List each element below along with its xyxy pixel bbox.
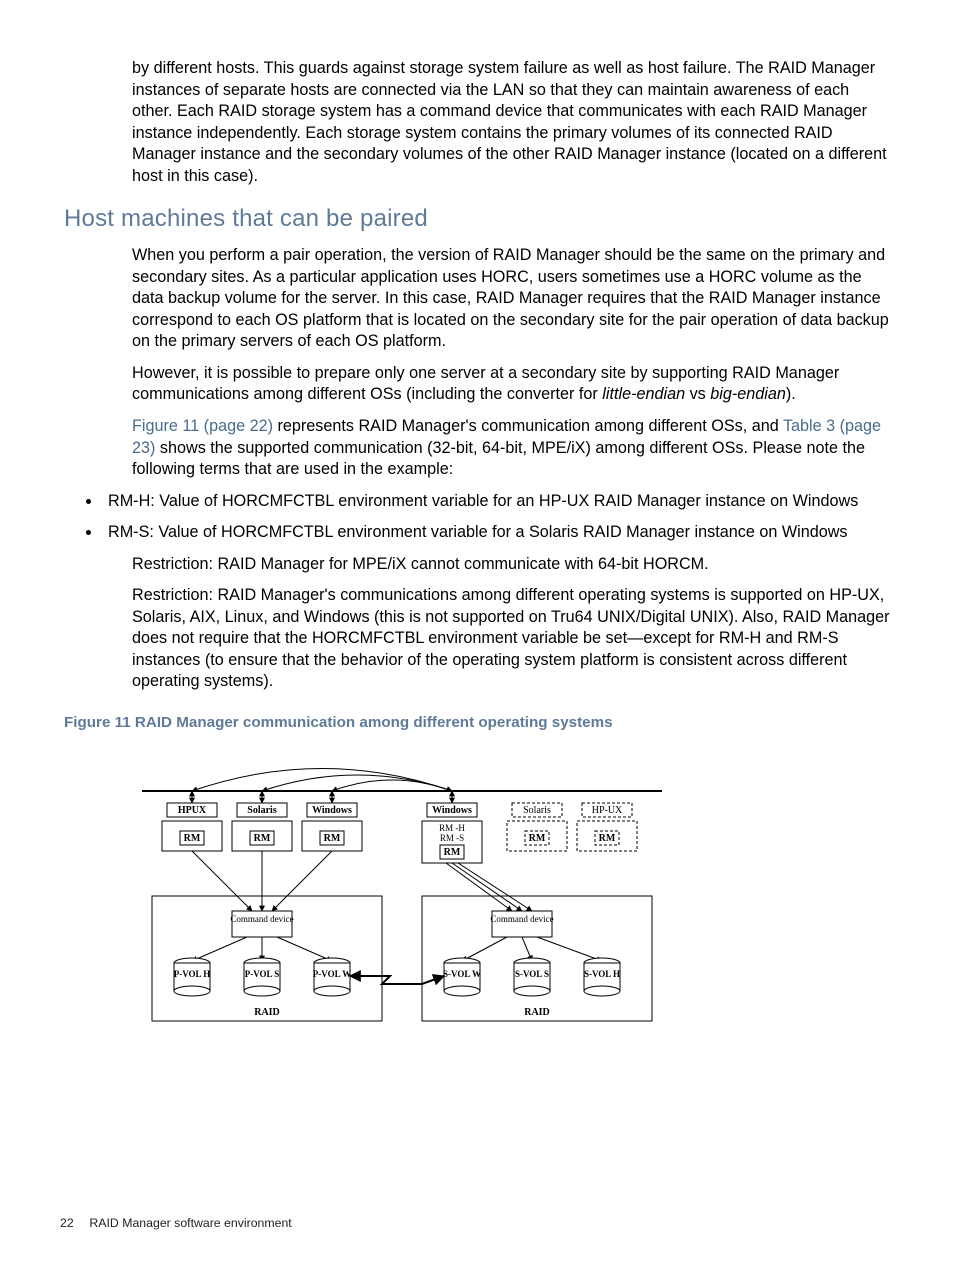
bullet-rm-h: RM-H: Value of HORCMFCTBL environment va… <box>102 491 890 513</box>
paragraph-3: Figure 11 (page 22) represents RAID Mana… <box>132 416 890 481</box>
svg-text:S-VOL H: S-VOL H <box>584 969 620 979</box>
host-hpux: HPUX RM <box>162 791 222 851</box>
svg-text:RAID: RAID <box>524 1007 550 1018</box>
pvol-s: P-VOL S <box>244 958 280 996</box>
p2-little-endian: little-endian <box>602 385 685 403</box>
svg-text:HPUX: HPUX <box>178 805 207 816</box>
page-footer: 22 RAID Manager software environment <box>60 1215 292 1231</box>
host-solaris: Solaris RM <box>232 791 292 851</box>
p3-mid1: represents RAID Manager's communication … <box>273 417 783 435</box>
restriction-1: Restriction: RAID Manager for MPE/iX can… <box>132 554 890 576</box>
svol-h: S-VOL H <box>584 958 620 996</box>
footer-title: RAID Manager software environment <box>89 1216 291 1230</box>
svg-text:RM: RM <box>444 847 461 858</box>
svol-w: S-VOL W <box>443 958 481 996</box>
svg-text:Windows: Windows <box>432 805 472 816</box>
figure-caption: Figure 11 RAID Manager communication amo… <box>64 713 890 733</box>
section-heading: Host machines that can be paired <box>64 203 890 235</box>
terms-list: RM-H: Value of HORCMFCTBL environment va… <box>64 491 890 544</box>
intro-continuation: by different hosts. This guards against … <box>132 58 890 187</box>
svg-text:Command device: Command device <box>230 914 293 924</box>
p2-vs: vs <box>685 385 710 403</box>
svg-text:S-VOL W: S-VOL W <box>443 969 481 979</box>
p2-big-endian: big-endian <box>710 385 786 403</box>
figure-11-diagram: HPUX RM Solaris RM Windows RM <box>132 741 890 1048</box>
bullet-rm-s: RM-S: Value of HORCMFCTBL environment va… <box>102 522 890 544</box>
svg-text:P-VOL W: P-VOL W <box>313 969 351 979</box>
svg-text:Solaris: Solaris <box>523 805 551 816</box>
raid-right: Command device S-VOL W S-VOL <box>422 896 652 1021</box>
host-hpux-dashed: HP-UX RM <box>577 803 637 851</box>
host-solaris-dashed: Solaris RM <box>507 803 567 851</box>
svg-text:RM -S: RM -S <box>440 833 464 843</box>
p3-mid2: shows the supported communication (32-bi… <box>132 439 865 479</box>
page-number: 22 <box>60 1215 86 1231</box>
svg-text:S-VOL S: S-VOL S <box>515 969 549 979</box>
pvol-h: P-VOL H <box>174 958 211 996</box>
svg-text:P-VOL H: P-VOL H <box>174 969 211 979</box>
svg-text:RM: RM <box>599 833 616 844</box>
svg-text:HP-UX: HP-UX <box>592 805 623 816</box>
svg-text:Windows: Windows <box>312 805 352 816</box>
p2-part-b: ). <box>786 385 796 403</box>
paragraph-1: When you perform a pair operation, the v… <box>132 245 890 353</box>
paragraph-2: However, it is possible to prepare only … <box>132 363 890 406</box>
link-figure-11[interactable]: Figure 11 (page 22) <box>132 417 273 435</box>
svg-text:RM: RM <box>324 833 341 844</box>
svg-text:RM -H: RM -H <box>439 823 465 833</box>
svg-text:Solaris: Solaris <box>247 805 277 816</box>
svg-text:RM: RM <box>254 833 271 844</box>
svg-text:RM: RM <box>184 833 201 844</box>
svg-text:RM: RM <box>529 833 546 844</box>
svol-s: S-VOL S <box>514 958 550 996</box>
svg-text:RAID: RAID <box>254 1007 280 1018</box>
svg-text:P-VOL S: P-VOL S <box>245 969 280 979</box>
pvol-w: P-VOL W <box>313 958 351 996</box>
host-windows: Windows RM <box>302 791 362 851</box>
svg-text:Command device: Command device <box>490 914 553 924</box>
host-windows-center: Windows RM -H RM -S RM <box>422 791 482 863</box>
restriction-2: Restriction: RAID Manager's communicatio… <box>132 585 890 693</box>
raid-left: Command device P-VOL H <box>152 896 382 1021</box>
